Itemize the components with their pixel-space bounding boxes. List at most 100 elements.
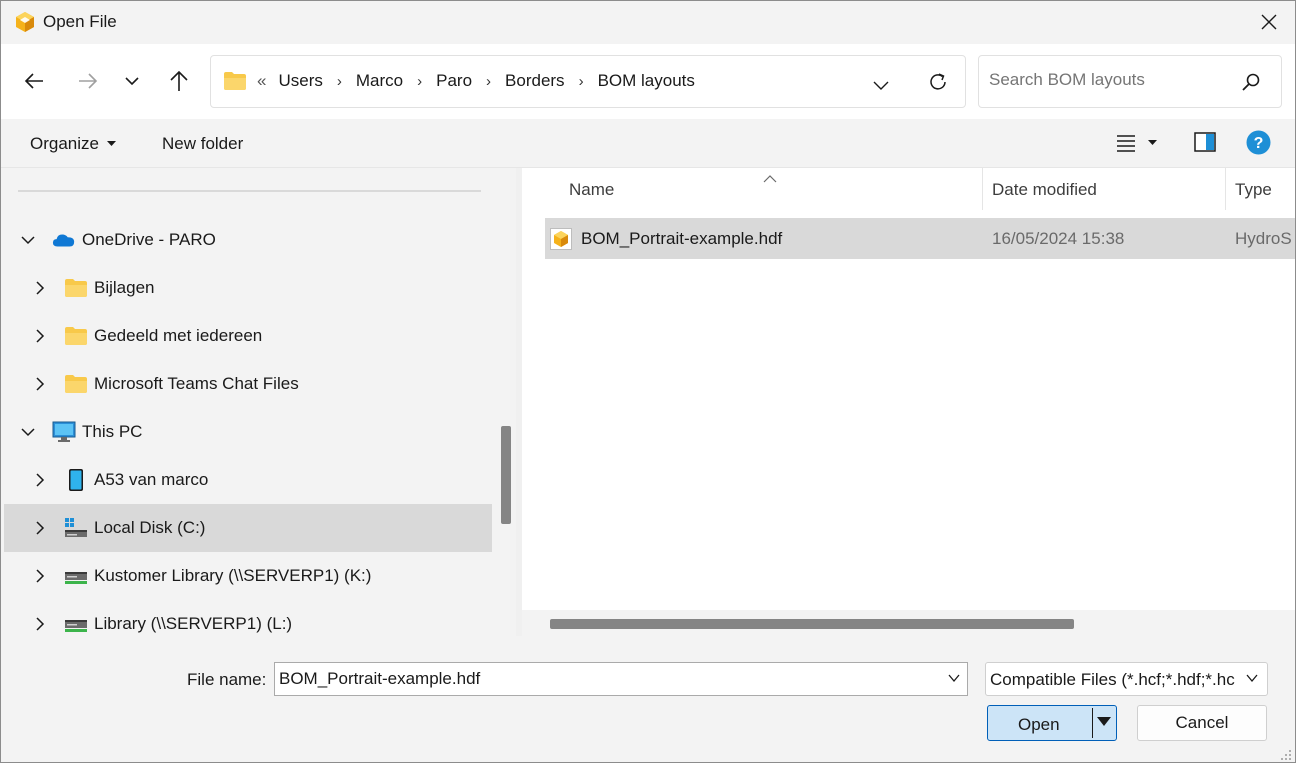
chevron-down-icon (873, 81, 889, 90)
folder-icon (64, 324, 88, 348)
column-header-type[interactable]: Type (1235, 180, 1272, 200)
sort-ascending-icon (763, 168, 777, 188)
up-button[interactable] (161, 63, 197, 99)
chevron-right-icon[interactable] (32, 328, 48, 344)
up-arrow-icon (170, 70, 188, 91)
hydroshop-cube-icon (14, 11, 36, 33)
tree-item-teams-chat-files[interactable]: Microsoft Teams Chat Files (4, 360, 492, 408)
tree-item-onedrive[interactable]: OneDrive - PARO (4, 216, 492, 264)
tree-label: Local Disk (C:) (94, 518, 206, 537)
split-divider (1092, 708, 1093, 738)
tree-item-a53[interactable]: A53 van marco (4, 456, 492, 504)
forward-arrow-icon (79, 73, 98, 89)
chevron-right-icon[interactable] (32, 616, 48, 632)
chevron-right-icon[interactable] (32, 520, 48, 536)
navpane-scrollbar[interactable] (496, 168, 516, 636)
tree-item-this-pc[interactable]: This PC (4, 408, 492, 456)
chevron-down-icon[interactable] (20, 232, 36, 248)
tree-label: A53 van marco (94, 470, 209, 489)
caret-down-icon (1148, 140, 1157, 145)
dialog-footer: File name: Compatible Files (*.hcf;*.hdf… (0, 636, 1296, 763)
view-options-button[interactable] (1116, 132, 1164, 154)
open-options-dropdown[interactable] (1096, 716, 1112, 728)
resize-grip-icon[interactable] (1280, 746, 1292, 763)
network-drive-icon (64, 564, 88, 588)
breadcrumb-marco[interactable]: Marco (356, 71, 403, 91)
file-row[interactable]: BOM_Portrait-example.hdf 16/05/2024 15:3… (545, 218, 1296, 259)
tree-label: This PC (82, 422, 143, 441)
address-history-button[interactable] (873, 76, 889, 96)
drive-icon (64, 516, 88, 540)
folder-icon (223, 71, 247, 96)
new-folder-button[interactable]: New folder (162, 134, 243, 154)
organize-button[interactable]: Organize (30, 134, 116, 154)
breadcrumb-borders[interactable]: Borders (505, 71, 565, 91)
cloud-icon (52, 228, 76, 252)
file-name-combobox[interactable] (274, 662, 968, 696)
column-separator[interactable] (982, 168, 983, 210)
organize-label: Organize (30, 134, 99, 153)
chevron-right-icon[interactable]: › (579, 73, 584, 90)
breadcrumb-overflow[interactable]: « (257, 71, 266, 91)
forward-button[interactable] (70, 63, 106, 99)
chevron-right-icon[interactable] (32, 280, 48, 296)
tree-item-bijlagen[interactable]: Bijlagen (4, 264, 492, 312)
filelist-scrollbar-thumb[interactable] (550, 619, 1074, 629)
search-box[interactable] (978, 55, 1282, 108)
monitor-icon (52, 420, 76, 444)
refresh-button[interactable] (927, 71, 949, 98)
chevron-down-icon (1246, 674, 1258, 683)
file-name-label: File name: (187, 670, 267, 689)
open-button[interactable]: Open (987, 705, 1117, 741)
file-date: 16/05/2024 15:38 (992, 229, 1125, 248)
chevron-right-icon[interactable]: › (417, 73, 422, 90)
refresh-icon (930, 73, 946, 90)
back-button[interactable] (16, 63, 52, 99)
tree-item-kustomer-library[interactable]: Kustomer Library (\\SERVERP1) (K:) (4, 552, 492, 600)
file-type-value: Compatible Files (*.hcf;*.hdf;*.hc (990, 670, 1235, 689)
tree-item-library[interactable]: Library (\\SERVERP1) (L:) (4, 600, 492, 636)
file-name-input[interactable] (279, 669, 919, 689)
column-header-date[interactable]: Date modified (992, 180, 1097, 200)
address-bar[interactable]: « Users › Marco › Paro › Borders › BOM l… (210, 55, 966, 108)
window-title: Open File (43, 12, 117, 31)
column-separator[interactable] (1225, 168, 1226, 210)
cancel-button[interactable]: Cancel (1137, 705, 1267, 741)
breadcrumb-bom-layouts[interactable]: BOM layouts (598, 71, 695, 91)
tree-item-gedeeld[interactable]: Gedeeld met iedereen (4, 312, 492, 360)
chevron-down-icon[interactable] (947, 671, 961, 685)
breadcrumb-paro[interactable]: Paro (436, 71, 472, 91)
file-list: Name Date modified Type BOM_Portrait-exa… (522, 168, 1296, 636)
tree-item-local-disk[interactable]: Local Disk (C:) (4, 504, 492, 552)
file-type: HydroS (1235, 229, 1292, 248)
column-header-name[interactable]: Name (569, 180, 614, 200)
folder-icon (64, 372, 88, 396)
chevron-right-icon[interactable] (32, 472, 48, 488)
tree-label: Gedeeld met iedereen (94, 326, 263, 345)
file-name: BOM_Portrait-example.hdf (581, 229, 783, 248)
preview-pane-icon (1194, 132, 1216, 152)
tree-label: OneDrive - PARO (82, 230, 216, 249)
preview-pane-button[interactable] (1194, 132, 1216, 157)
open-label: Open (1018, 715, 1060, 734)
search-icon (1241, 72, 1261, 97)
list-view-icon (1117, 135, 1135, 152)
chevron-right-icon[interactable]: › (337, 73, 342, 90)
folder-icon (64, 276, 88, 300)
chevron-down-icon (125, 77, 139, 86)
file-type-select[interactable]: Compatible Files (*.hcf;*.hdf;*.hc (985, 662, 1268, 696)
navpane-scrollbar-thumb[interactable] (501, 426, 511, 524)
search-input[interactable] (989, 70, 1239, 90)
help-button[interactable]: ? (1246, 130, 1271, 160)
tree-label: Library (\\SERVERP1) (L:) (94, 614, 293, 633)
svg-text:?: ? (1254, 135, 1264, 152)
recent-locations-button[interactable] (114, 63, 150, 99)
close-button[interactable] (1248, 6, 1290, 38)
chevron-right-icon[interactable] (32, 376, 48, 392)
chevron-down-icon[interactable] (20, 424, 36, 440)
close-icon (1261, 14, 1277, 30)
breadcrumb-users[interactable]: Users (278, 71, 322, 91)
navigation-pane: OneDrive - PARO Bijlagen Gedeeld met ied… (4, 168, 493, 636)
chevron-right-icon[interactable]: › (486, 73, 491, 90)
chevron-right-icon[interactable] (32, 568, 48, 584)
